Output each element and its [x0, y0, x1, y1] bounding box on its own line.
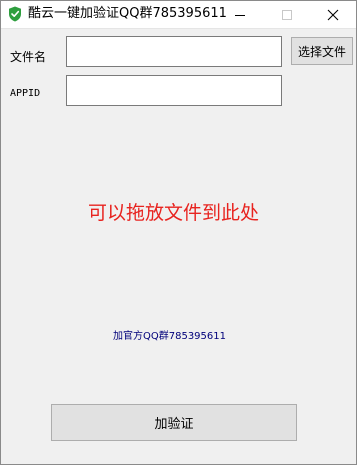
minimize-button[interactable] [217, 1, 263, 28]
window-title: 酷云一键加验证QQ群785395611 [28, 6, 227, 21]
maximize-icon [282, 9, 292, 20]
minimize-icon [235, 14, 245, 16]
close-icon [327, 9, 339, 20]
maximize-button[interactable] [264, 1, 310, 28]
close-button[interactable] [310, 1, 356, 28]
shield-icon [8, 6, 22, 22]
file-name-input[interactable] [66, 36, 282, 67]
drop-zone-hint: 可以拖放文件到此处 [87, 202, 259, 224]
title-bar[interactable]: 酷云一键加验证QQ群785395611 [1, 1, 356, 29]
select-file-button[interactable]: 选择文件 [291, 37, 353, 65]
appid-input[interactable] [66, 75, 282, 106]
appid-label: APPID [10, 88, 41, 99]
app-window: 酷云一键加验证QQ群785395611 文件名 选择文件 APPID 可以拖放文… [0, 0, 357, 465]
file-name-label: 文件名 [10, 50, 47, 64]
qq-group-link[interactable]: 加官方QQ群785395611 [1, 327, 338, 342]
add-verification-button[interactable]: 加验证 [51, 404, 297, 441]
